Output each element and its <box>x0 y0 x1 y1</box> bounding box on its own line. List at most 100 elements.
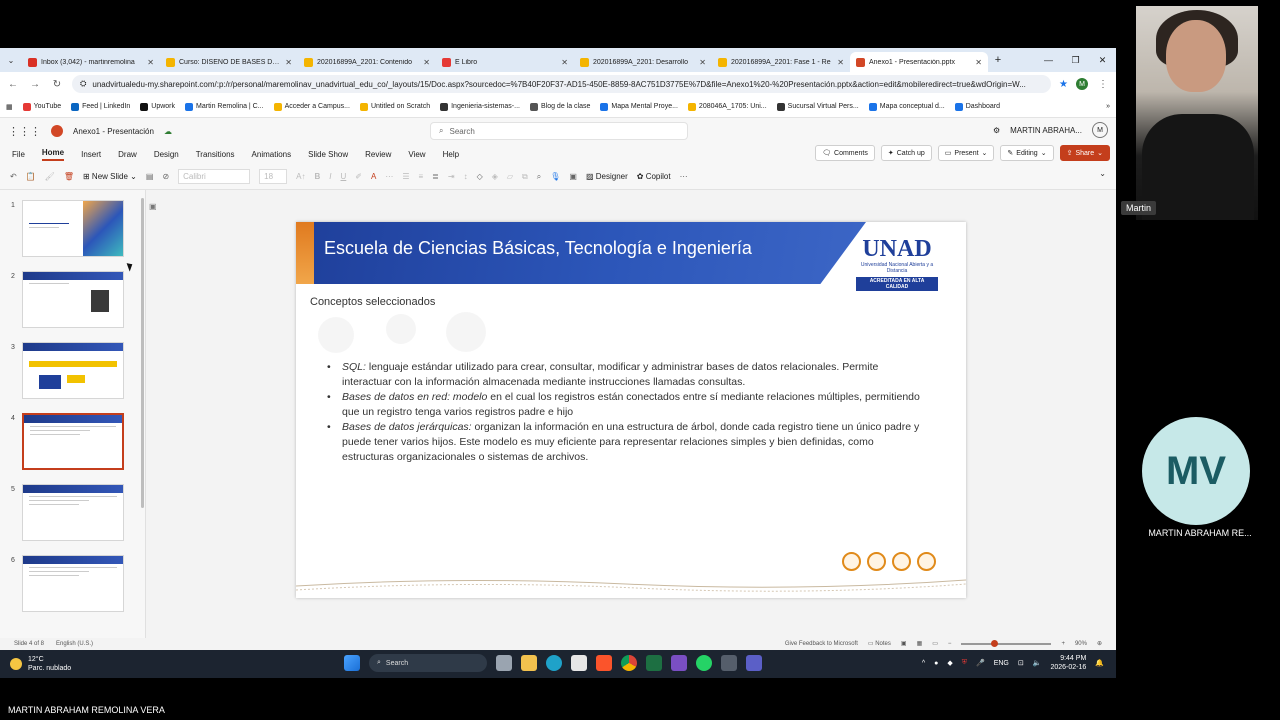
browser-tab[interactable]: 202016899A_2201: Desarrollo ✕ <box>574 52 712 72</box>
slide-thumbnail[interactable] <box>22 413 124 470</box>
site-info-icon[interactable]: ⛭ <box>80 79 86 89</box>
indent-icon[interactable]: ⇥ <box>448 172 455 181</box>
terminal-icon[interactable] <box>721 655 737 671</box>
designer-button[interactable]: ▨ Designer <box>586 172 628 181</box>
browser-tab[interactable]: Anexo1 - Presentación.pptx ✕ <box>850 52 988 72</box>
store-icon[interactable] <box>571 655 587 671</box>
underline-icon[interactable]: U <box>341 172 347 181</box>
hide-slide-icon[interactable]: ⊘ <box>162 172 169 181</box>
editing-mode-button[interactable]: ✎ Editing ⌄ <box>1000 145 1054 161</box>
normal-view-icon[interactable]: ▣ <box>901 640 907 647</box>
present-button[interactable]: ▭ Present ⌄ <box>937 145 995 161</box>
sensitivity-icon[interactable]: ▣ <box>569 172 577 181</box>
shape-fill-icon[interactable]: ◈ <box>492 172 498 181</box>
slide-bullet[interactable]: Bases de datos jerárquicas: organizan la… <box>324 420 924 465</box>
bookmark-item[interactable]: Martin Remolina | C... <box>185 102 264 111</box>
tray-security-icon[interactable]: ⛨ <box>962 659 967 667</box>
tray-chevron-icon[interactable]: ^ <box>922 660 925 667</box>
slide-bullet[interactable]: Bases de datos en red: modelo en el cual… <box>324 390 924 420</box>
paste-icon[interactable]: 📋 <box>26 172 36 181</box>
zoom-slider[interactable] <box>961 639 1052 647</box>
bookmark-item[interactable]: Mapa conceptual d... <box>868 102 945 111</box>
settings-gear-icon[interactable]: ⚙ <box>993 126 1000 135</box>
teams-icon[interactable] <box>746 655 762 671</box>
undo-icon[interactable]: ↶ <box>10 172 17 181</box>
tab-close-icon[interactable]: ✕ <box>699 58 706 67</box>
grow-font-icon[interactable]: A↑ <box>296 172 305 181</box>
brave-icon[interactable] <box>596 655 612 671</box>
ribbon-tab[interactable]: Transitions <box>196 150 235 159</box>
bold-icon[interactable]: B <box>314 172 320 181</box>
edge-icon[interactable] <box>546 655 562 671</box>
align-icon[interactable]: ≣ <box>432 172 439 181</box>
browser-tab[interactable]: E Libro ✕ <box>436 52 574 72</box>
notes-button[interactable]: ▭ Notes <box>868 640 891 647</box>
new-tab-button[interactable]: + <box>988 54 1008 66</box>
ribbon-collapse-icon[interactable]: ⌄ <box>1099 169 1106 178</box>
back-icon[interactable]: ← <box>6 79 20 90</box>
zoom-out-icon[interactable]: − <box>948 641 952 647</box>
microphone-icon[interactable]: 🎤 <box>976 659 985 667</box>
browser-tab[interactable]: 202016899A_2201: Contenido ✕ <box>298 52 436 72</box>
bookmark-item[interactable]: Acceder a Campus... <box>273 102 350 111</box>
bookmark-star-icon[interactable]: ★ <box>1059 79 1068 90</box>
format-painter-icon[interactable]: 🖌 <box>45 172 55 181</box>
ribbon-tab[interactable]: Slide Show <box>308 150 348 159</box>
bookmark-item[interactable]: Upwork <box>140 102 175 111</box>
bookmark-item[interactable]: Untitled on Scratch <box>359 102 430 111</box>
reading-view-icon[interactable]: ▭ <box>932 640 938 647</box>
start-icon[interactable] <box>344 655 360 671</box>
ribbon-tab[interactable]: Home <box>41 148 65 161</box>
slide-bullet-list[interactable]: SQL: lenguaje estándar utilizado para cr… <box>324 360 924 465</box>
whatsapp-icon[interactable] <box>696 655 712 671</box>
browser-tab[interactable]: Curso: DISEÑO DE BASES DE D ✕ <box>160 52 298 72</box>
tab-close-icon[interactable]: ✕ <box>837 58 844 67</box>
bookmarks-overflow-icon[interactable]: » <box>1106 103 1110 110</box>
slide-bullet[interactable]: SQL: lenguaje estándar utilizado para cr… <box>324 360 924 390</box>
document-title[interactable]: Anexo1 - Presentación <box>73 127 154 136</box>
shape-outline-icon[interactable]: ▱ <box>507 172 513 181</box>
tab-close-icon[interactable]: ✕ <box>285 58 292 67</box>
delete-icon[interactable]: 🗑 <box>64 172 74 181</box>
ribbon-tab[interactable]: Animations <box>252 150 292 159</box>
ribbon-tab[interactable]: File <box>12 150 25 159</box>
weather-widget[interactable]: 12°C Parc. nublado <box>10 655 71 673</box>
font-color-icon[interactable]: A <box>371 172 376 181</box>
tab-list-chevron-icon[interactable]: ⌄ <box>0 56 22 65</box>
account-name[interactable]: MARTIN ABRAHA... <box>1010 126 1082 135</box>
tab-close-icon[interactable]: ✕ <box>147 58 154 67</box>
bookmark-item[interactable]: Sucursal Virtual Pers... <box>776 102 859 111</box>
url-field[interactable]: ⛭ unadvirtualedu-my.sharepoint.com/:p:/r… <box>72 75 1052 93</box>
task-view-icon[interactable] <box>496 655 512 671</box>
dictate-icon[interactable]: 🎙 <box>550 172 560 181</box>
copilot-button[interactable]: ✿ Copilot <box>637 172 671 181</box>
clock[interactable]: 9:44 PM 2026-02-16 <box>1050 654 1086 672</box>
more-font-icon[interactable]: ⋯ <box>385 172 393 181</box>
shapes-icon[interactable]: ◇ <box>477 172 483 181</box>
notifications-icon[interactable]: 🔔 <box>1095 659 1104 667</box>
reload-icon[interactable]: ↻ <box>50 79 64 90</box>
ribbon-tab[interactable]: Draw <box>118 150 137 159</box>
share-button[interactable]: ⇪ Share ⌄ <box>1059 145 1110 161</box>
fit-slide-icon[interactable]: ⊕ <box>1097 640 1102 647</box>
tab-close-icon[interactable]: ✕ <box>975 58 982 67</box>
bookmark-item[interactable]: Feed | LinkedIn <box>71 102 130 111</box>
minimize-icon[interactable]: — <box>1035 48 1062 72</box>
account-avatar[interactable]: M <box>1092 122 1108 138</box>
tray-app-icon[interactable]: ◆ <box>947 659 952 667</box>
font-size-select[interactable]: 18 <box>259 169 288 184</box>
current-slide[interactable]: Escuela de Ciencias Básicas, Tecnología … <box>296 222 966 598</box>
slide-thumbnail[interactable] <box>22 271 124 328</box>
file-explorer-icon[interactable] <box>521 655 537 671</box>
network-icon[interactable]: ⊡ <box>1018 659 1024 667</box>
chrome-icon[interactable] <box>621 655 637 671</box>
office-search-box[interactable]: ⌕ Search <box>430 122 688 140</box>
italic-icon[interactable]: I <box>329 172 331 181</box>
zoom-level[interactable]: 90% <box>1075 641 1087 647</box>
ribbon-tab[interactable]: Insert <box>81 150 101 159</box>
highlight-icon[interactable]: ✐ <box>355 172 362 181</box>
tab-close-icon[interactable]: ✕ <box>423 58 430 67</box>
ribbon-tab[interactable]: Review <box>365 150 391 159</box>
slide-subtitle[interactable]: Conceptos seleccionados <box>310 296 435 308</box>
browser-tab[interactable]: Inbox (3,042) - martinremolina ✕ <box>22 52 160 72</box>
